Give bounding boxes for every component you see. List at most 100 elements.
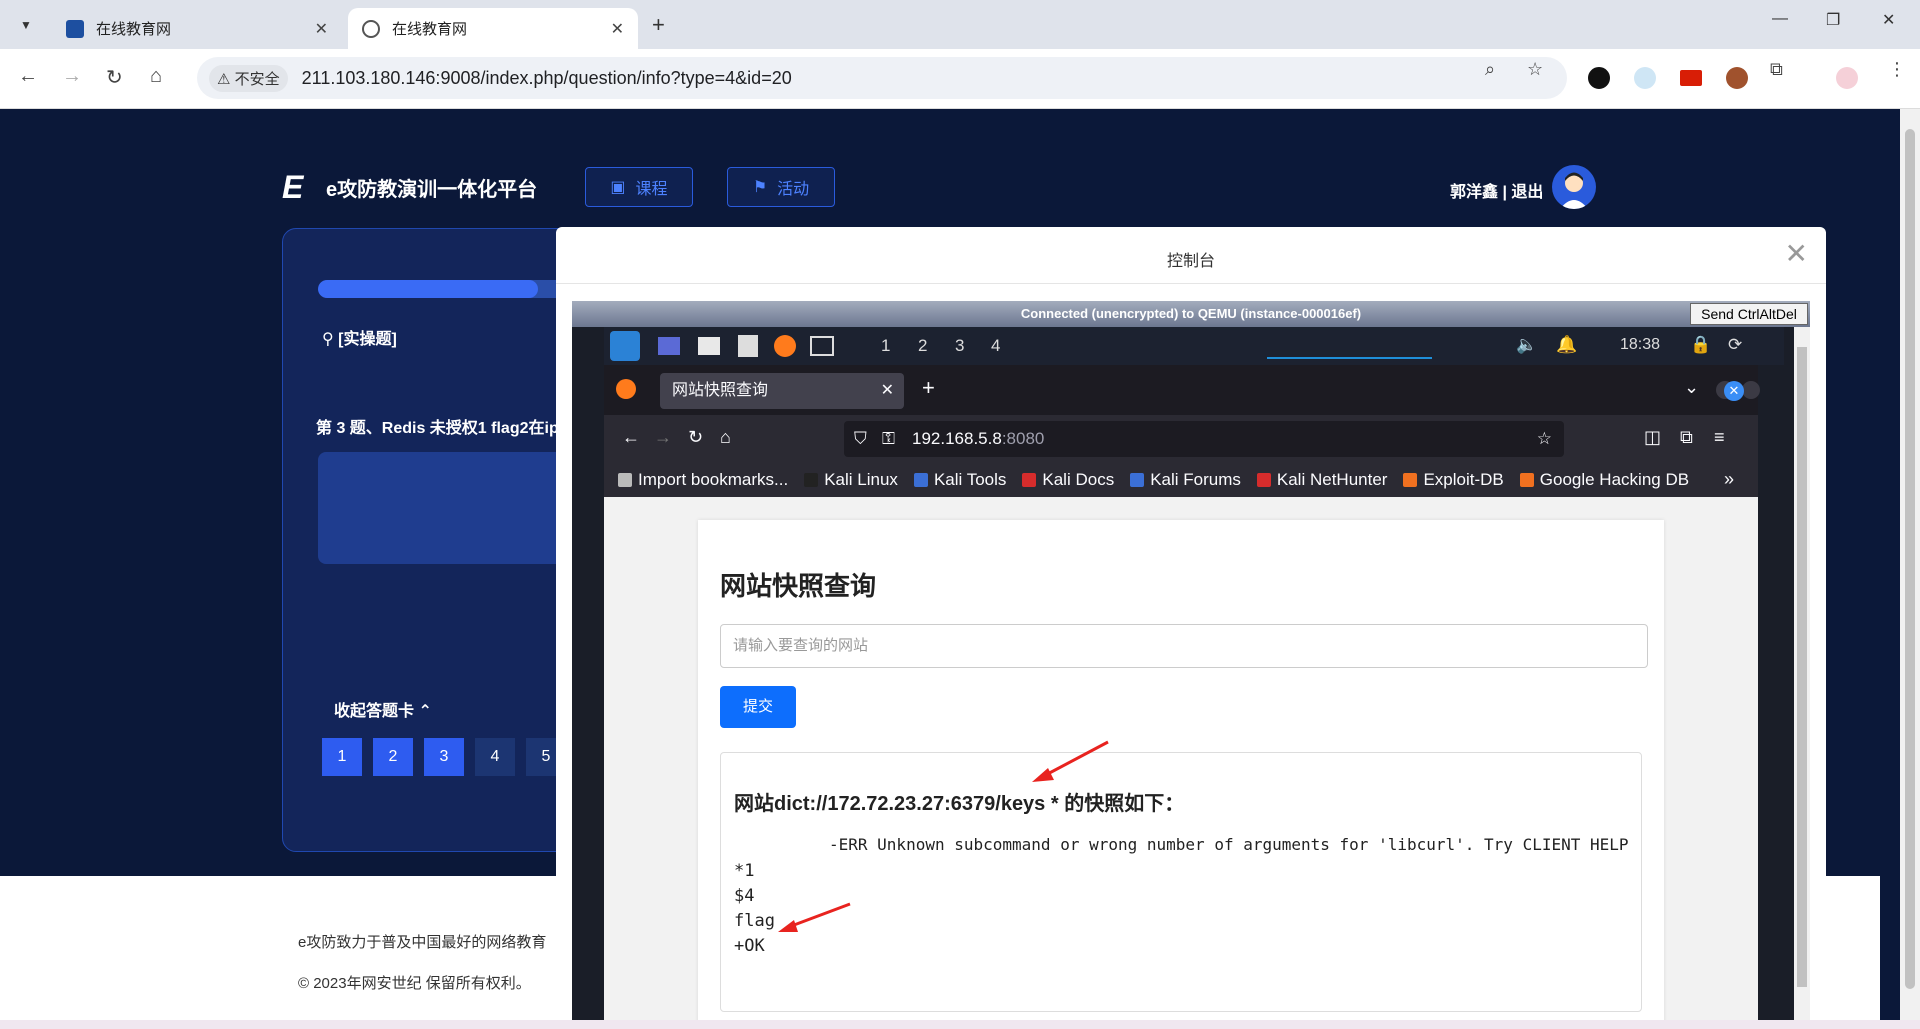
bookmark-item[interactable]: Kali Tools [913,470,1007,490]
firefox-logo-icon [616,379,636,399]
annotation-arrow [778,902,851,932]
new-tab-button[interactable]: + [922,375,935,401]
bookmark-label: Google Hacking DB [1539,470,1690,489]
bookmark-item[interactable]: Kali Linux [804,470,898,490]
menu-dots-icon[interactable]: ⋮ [1888,59,1906,80]
workspace-2[interactable]: 2 [918,336,927,356]
question-number-button[interactable]: 3 [424,738,464,776]
notification-bell-icon[interactable]: 🔔 [1556,335,1577,355]
text-editor-icon[interactable] [738,335,758,357]
send-ctrlaltdel-button[interactable]: Send CtrlAltDel [1690,303,1808,325]
home-icon[interactable]: ⌂ [720,427,731,448]
lock-icon[interactable]: 🔒 [1690,335,1711,355]
collapse-answer-card[interactable]: 收起答题卡 ⌃ [334,697,432,721]
china-flag-icon[interactable] [1680,70,1702,86]
profile-avatar[interactable] [1836,67,1858,89]
back-icon[interactable]: ← [622,427,640,448]
extensions-puzzle-icon[interactable]: ⧉ [1770,59,1783,80]
bookmark-item[interactable]: Exploit-DB [1403,470,1504,490]
desktop-icon[interactable] [658,337,680,355]
logout-link[interactable]: 退出 [1511,184,1543,201]
bookmark-icon [618,473,632,487]
maximize-icon[interactable] [1742,381,1760,399]
result-line: +OK [734,936,765,956]
firefox-url-bar[interactable]: ⛉ ⚿ 192.168.5.8:8080 ☆ [844,421,1564,457]
forward-icon[interactable]: → [654,427,672,448]
firefox-tab[interactable]: 网站快照查询 ✕ [660,373,904,409]
browser-tab-2[interactable]: 在线教育网 ✕ [348,8,638,49]
power-icon[interactable]: ⟳ [1728,335,1742,355]
kali-menu-icon[interactable] [610,331,640,361]
user-name[interactable]: 郭洋鑫 [1450,184,1498,201]
terminal-icon[interactable] [810,336,834,356]
globe-icon [362,19,380,38]
nav-activities[interactable]: ⚑ 活动 [727,167,835,207]
question-number-button[interactable]: 2 [373,738,413,776]
pocket-icon[interactable]: ◫ [1644,427,1661,448]
bookmark-label: Kali Forums [1150,470,1241,489]
bookmark-item[interactable]: Kali NetHunter [1256,470,1388,490]
bookmark-item[interactable]: Kali Forums [1130,470,1241,490]
minimize-icon[interactable]: — [1772,10,1788,28]
firefox-icon[interactable] [774,335,796,357]
nav-courses[interactable]: ▣ 课程 [585,167,693,207]
lock-icon[interactable]: ⚿ [882,421,895,457]
browser-tab-1[interactable]: 在线教育网 ✕ [52,8,342,49]
tab-close-icon[interactable]: ✕ [315,19,328,39]
question-number-button[interactable]: 4 [475,738,515,776]
bookmark-icon [1519,473,1534,487]
shield-icon[interactable]: ⛉ [854,421,867,457]
extensions-icon[interactable]: ⧉ [1680,427,1693,448]
extension-figure-icon[interactable] [1634,67,1656,89]
reload-icon[interactable]: ↻ [106,65,123,90]
tab-search-chevron-icon[interactable]: ▼ [12,12,40,38]
collapse-label: 收起答题卡 [334,703,415,720]
back-icon[interactable]: ← [18,65,38,88]
bookmark-star-icon[interactable]: ☆ [1527,59,1543,80]
url-text: 211.103.180.146:9008/index.php/question/… [301,67,792,88]
volume-icon[interactable]: 🔈 [1516,335,1537,355]
cookie-icon[interactable] [1726,67,1748,89]
reload-icon[interactable]: ↻ [688,427,703,448]
security-indicator[interactable]: ⚠ 不安全 [209,64,288,92]
submit-button[interactable]: 提交 [720,686,796,728]
workspace-4[interactable]: 4 [991,336,1000,356]
modal-close-icon[interactable]: ✕ [1785,237,1808,270]
bookmark-item[interactable]: Import bookmarks... [618,470,788,490]
bookmark-label: Kali Linux [824,470,898,489]
address-bar[interactable]: ⚠ 不安全 211.103.180.146:9008/index.php/que… [197,57,1567,99]
close-window-icon[interactable]: ✕ [1882,10,1895,30]
vnc-scrollbar[interactable] [1794,327,1810,1029]
tab-close-icon[interactable]: ✕ [881,373,894,409]
chevron-up-icon: ⌃ [418,703,432,720]
site-logo[interactable]: E e攻防教演训一体化平台 [282,171,537,203]
bookmark-item[interactable]: Kali Docs [1022,470,1114,490]
bookmark-label: Kali NetHunter [1276,470,1388,489]
bookmark-star-icon[interactable]: ☆ [1537,421,1552,457]
tab-close-icon[interactable]: ✕ [611,19,624,39]
vnc-status-bar: Connected (unencrypted) to QEMU (instanc… [572,301,1810,327]
new-tab-button[interactable]: + [652,12,665,38]
bookmark-label: Exploit-DB [1423,470,1504,489]
page-heading: 网站快照查询 [720,571,877,601]
extension-circle-icon[interactable] [1588,67,1610,89]
chevron-down-icon[interactable]: ⌄ [1684,377,1699,398]
workspace-3[interactable]: 3 [955,336,964,356]
avatar[interactable] [1552,165,1596,209]
url-input[interactable]: 请输入要查询的网站 [720,624,1648,668]
page-scrollbar[interactable] [1900,109,1920,1029]
file-manager-icon[interactable] [698,337,720,355]
close-window-icon[interactable]: ✕ [1724,381,1744,401]
bookmark-label: Kali Tools [933,470,1007,489]
forward-icon[interactable]: → [62,65,82,88]
question-number-button[interactable]: 1 [322,738,362,776]
workspace-1[interactable]: 1 [881,336,890,356]
hamburger-menu-icon[interactable]: ≡ [1714,427,1725,448]
restore-icon[interactable]: ❐ [1826,10,1840,30]
zoom-icon[interactable]: ⌕ [1485,59,1495,80]
firefox-tab-strip: 网站快照查询 ✕ + ⌄ [604,365,1760,415]
bookmarks-overflow-icon[interactable]: » [1724,469,1734,490]
home-icon[interactable]: ⌂ [150,65,162,88]
bookmark-item[interactable]: Google Hacking DB [1519,470,1690,490]
bookmark-icon [1256,473,1271,487]
